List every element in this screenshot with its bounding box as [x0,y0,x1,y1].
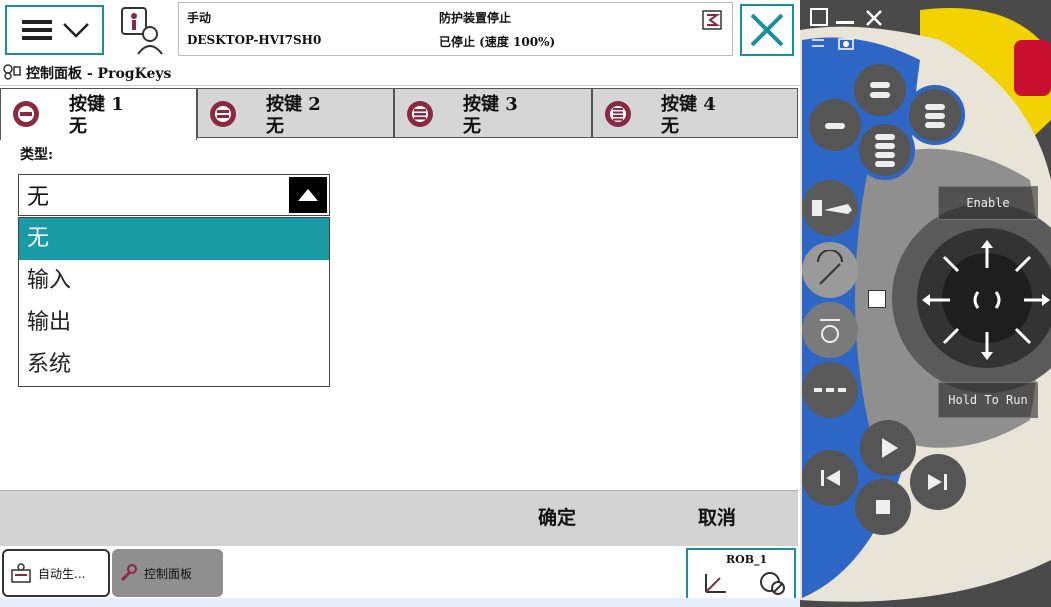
taskbar-item-control-panel[interactable]: 控制面板 [112,549,223,597]
operating-mode: 手动 [187,11,212,25]
main-menu-button[interactable] [5,5,104,55]
auto-production-icon [11,563,31,583]
camera-icon[interactable] [838,36,854,50]
key-tabs: 按键 1 无 按键 2 无 按键 3 无 按键 4 无 [0,88,798,140]
dropdown-option-system[interactable]: 系统 [19,344,329,386]
hamburger-icon [21,20,52,40]
key-double-line-icon [210,101,236,127]
wrench-icon [120,564,137,582]
speed-icon [760,572,785,595]
joystick-lock-icon[interactable] [868,290,886,308]
dropdown-option-none[interactable]: 无 [19,218,329,260]
prog-key-2-button[interactable] [815,108,855,144]
minimize-window-button[interactable] [836,8,854,24]
tab-key-2[interactable]: 按键 2 无 [197,88,394,138]
tab-value: 无 [463,116,481,137]
close-button[interactable] [740,4,794,56]
stop-icon[interactable] [869,493,897,521]
prog-key-1-button[interactable] [860,72,900,108]
event-log-button[interactable] [116,4,172,56]
page-title-row: 控制面板 - ProgKeys [0,60,800,86]
triangle-up-icon [298,189,318,201]
page-title: 控制面板 - ProgKeys [26,66,172,82]
dropdown-toggle-button[interactable] [289,177,327,213]
program-state: 已停止 (速度 100%) [439,35,556,49]
key-quad-line-icon [605,101,631,127]
close-icon [750,13,784,47]
ok-button[interactable]: 确定 [538,503,576,530]
quickset-robot-button[interactable]: ROB_1 [686,548,796,600]
event-log-icon [121,7,163,55]
step-backward-icon[interactable] [816,464,844,492]
type-dropdown-list: 无 输入 输出 系统 [18,217,330,387]
swap-icon[interactable] [810,36,826,50]
chevron-down-icon [62,23,89,38]
motion-mode-icon[interactable] [810,250,850,290]
top-bar: 手动 DESKTOP-HVI7SH0 防护装置停止 已停止 (速度 100%) [0,0,800,62]
safety-state: 防护装置停止 [439,11,512,25]
taskbar-item-label: 控制面板 [144,566,193,581]
tab-key-3[interactable]: 按键 3 无 [394,88,592,138]
restore-window-button[interactable] [810,8,828,26]
control-panel-icon [3,64,21,80]
play-icon[interactable] [874,434,902,462]
prog-key-4-button[interactable] [865,128,905,174]
type-select-value: 无 [27,185,50,210]
more-icon[interactable] [812,380,848,400]
tab-value: 无 [266,116,284,137]
key-triple-line-icon [407,101,433,127]
mechanical-unit-icon[interactable] [808,190,856,226]
prog-key-3-button[interactable] [915,96,955,136]
step-forward-icon[interactable] [924,468,952,496]
hold-to-run-button[interactable]: Hold To Run [938,382,1038,418]
taskbar-item-label: 自动生... [38,566,86,581]
tab-key-4[interactable]: 按键 4 无 [592,88,798,138]
tab-key-1[interactable]: 按键 1 无 [0,88,197,140]
taskbar-item-auto-production[interactable]: 自动生... [2,549,110,597]
key-minus-icon [13,101,39,127]
status-icon [702,10,722,30]
cancel-button[interactable]: 取消 [698,503,736,530]
increment-icon[interactable] [810,312,850,348]
tab-value: 无 [661,116,679,137]
joystick-arrows-icon[interactable] [920,238,1050,362]
enable-button[interactable]: Enable [938,186,1038,220]
tab-value: 无 [69,116,87,137]
bottom-strip [0,598,800,607]
flexpendant-screen: 手动 DESKTOP-HVI7SH0 防护装置停止 已停止 (速度 100%) … [0,0,800,607]
type-select[interactable]: 无 [18,174,330,216]
type-label: 类型: [20,147,54,163]
dropdown-option-input[interactable]: 输入 [19,260,329,302]
robot-name: ROB_1 [726,553,768,566]
virtual-pendant: Enable Hold To Run [800,0,1051,607]
dropdown-option-output[interactable]: 输出 [19,302,329,344]
controller-name: DESKTOP-HVI7SH0 [187,33,322,47]
status-bar[interactable]: 手动 DESKTOP-HVI7SH0 防护装置停止 已停止 (速度 100%) [178,2,733,56]
axes-icon [705,574,726,593]
close-window-icon[interactable] [864,8,884,28]
command-bar: 确定 取消 [0,490,798,546]
